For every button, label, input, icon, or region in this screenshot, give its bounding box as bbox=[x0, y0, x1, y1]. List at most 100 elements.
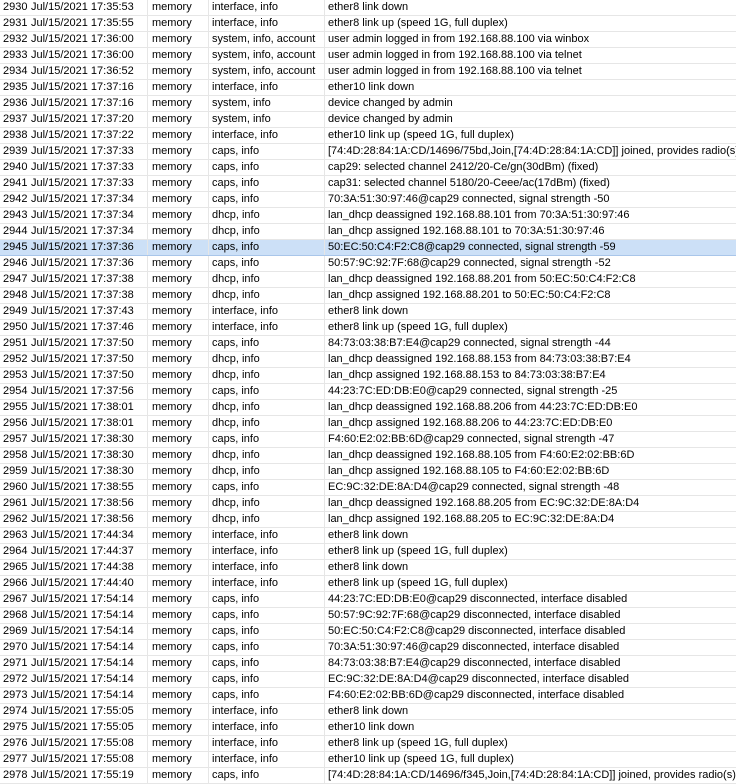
log-row[interactable]: 2969 Jul/15/2021 17:54:14 memory caps, info… bbox=[0, 624, 736, 640]
log-id-time-cell: 2967 Jul/15/2021 17:54:14 bbox=[0, 592, 148, 607]
log-time: Jul/15/2021 17:37:56 bbox=[31, 385, 134, 397]
log-row[interactable]: 2957 Jul/15/2021 17:38:30 memory caps, info… bbox=[0, 432, 736, 448]
log-topics: dhcp, info bbox=[209, 496, 325, 511]
log-row[interactable]: 2958 Jul/15/2021 17:38:30 memory dhcp, info… bbox=[0, 448, 736, 464]
log-row[interactable]: 2975 Jul/15/2021 17:55:05 memory interface,… bbox=[0, 720, 736, 736]
log-row[interactable]: 2973 Jul/15/2021 17:54:14 memory caps, info… bbox=[0, 688, 736, 704]
log-row[interactable]: 2930 Jul/15/2021 17:35:53 memory interface,… bbox=[0, 0, 736, 16]
log-message: lan_dhcp deassigned 192.168.88.153 from … bbox=[328, 353, 631, 365]
log-topics: caps, info bbox=[209, 656, 325, 671]
log-row[interactable]: 2954 Jul/15/2021 17:37:56 memory caps, info… bbox=[0, 384, 736, 400]
log-row[interactable]: 2951 Jul/15/2021 17:37:50 memory caps, info… bbox=[0, 336, 736, 352]
log-topics: interface, info bbox=[209, 80, 325, 95]
log-row[interactable]: 2935 Jul/15/2021 17:37:16 memory interface,… bbox=[0, 80, 736, 96]
log-row[interactable]: 2976 Jul/15/2021 17:55:08 memory interface,… bbox=[0, 736, 736, 752]
log-row[interactable]: 2952 Jul/15/2021 17:37:50 memory dhcp, info… bbox=[0, 352, 736, 368]
log-time: Jul/15/2021 17:35:55 bbox=[31, 17, 134, 29]
log-row[interactable]: 2953 Jul/15/2021 17:37:50 memory dhcp, info… bbox=[0, 368, 736, 384]
log-time: Jul/15/2021 17:38:56 bbox=[31, 497, 134, 509]
log-message: ether8 link up (speed 1G, full duplex) bbox=[328, 545, 508, 557]
log-time: Jul/15/2021 17:37:34 bbox=[31, 193, 134, 205]
log-row[interactable]: 2940 Jul/15/2021 17:37:33 memory caps, info… bbox=[0, 160, 736, 176]
log-row[interactable]: 2948 Jul/15/2021 17:37:38 memory dhcp, info… bbox=[0, 288, 736, 304]
log-buffer: memory bbox=[149, 560, 209, 575]
log-row[interactable]: 2978 Jul/15/2021 17:55:19 memory caps, info… bbox=[0, 768, 736, 784]
log-topics: caps, info bbox=[209, 592, 325, 607]
log-id-time-cell: 2943 Jul/15/2021 17:37:34 bbox=[0, 208, 148, 223]
log-row[interactable]: 2946 Jul/15/2021 17:37:36 memory caps, info… bbox=[0, 256, 736, 272]
log-number: 2959 bbox=[3, 465, 28, 477]
log-row[interactable]: 2934 Jul/15/2021 17:36:52 memory system, in… bbox=[0, 64, 736, 80]
log-row[interactable]: 2937 Jul/15/2021 17:37:20 memory system, in… bbox=[0, 112, 736, 128]
log-message: 44:23:7C:ED:DB:E0@cap29 connected, signa… bbox=[328, 385, 618, 397]
log-time: Jul/15/2021 17:37:46 bbox=[31, 321, 134, 333]
log-message: ether10 link down bbox=[328, 81, 415, 93]
log-row[interactable]: 2961 Jul/15/2021 17:38:56 memory dhcp, info… bbox=[0, 496, 736, 512]
log-buffer: memory bbox=[149, 544, 209, 559]
log-row[interactable]: 2944 Jul/15/2021 17:37:34 memory dhcp, info… bbox=[0, 224, 736, 240]
log-row[interactable]: 2947 Jul/15/2021 17:37:38 memory dhcp, info… bbox=[0, 272, 736, 288]
log-topics: system, info, account bbox=[209, 32, 325, 47]
log-buffer: memory bbox=[149, 128, 209, 143]
log-message: ether8 link up (speed 1G, full duplex) bbox=[328, 577, 508, 589]
log-buffer: memory bbox=[149, 144, 209, 159]
log-id-time-cell: 2958 Jul/15/2021 17:38:30 bbox=[0, 448, 148, 463]
log-row[interactable]: 2949 Jul/15/2021 17:37:43 memory interface,… bbox=[0, 304, 736, 320]
log-row[interactable]: 2936 Jul/15/2021 17:37:16 memory system, in… bbox=[0, 96, 736, 112]
log-topics: interface, info bbox=[209, 0, 325, 15]
log-row[interactable]: 2977 Jul/15/2021 17:55:08 memory interface,… bbox=[0, 752, 736, 768]
log-row[interactable]: 2966 Jul/15/2021 17:44:40 memory interface,… bbox=[0, 576, 736, 592]
log-row[interactable]: 2965 Jul/15/2021 17:44:38 memory interface,… bbox=[0, 560, 736, 576]
log-buffer: memory bbox=[149, 320, 209, 335]
log-buffer: memory bbox=[149, 768, 209, 783]
log-topics: dhcp, info bbox=[209, 224, 325, 239]
log-row[interactable]: 2932 Jul/15/2021 17:36:00 memory system, in… bbox=[0, 32, 736, 48]
log-row[interactable]: 2950 Jul/15/2021 17:37:46 memory interface,… bbox=[0, 320, 736, 336]
log-number: 2941 bbox=[3, 177, 28, 189]
log-row[interactable]: 2931 Jul/15/2021 17:35:55 memory interface,… bbox=[0, 16, 736, 32]
log-row[interactable]: 2968 Jul/15/2021 17:54:14 memory caps, info… bbox=[0, 608, 736, 624]
log-row[interactable]: 2963 Jul/15/2021 17:44:34 memory interface,… bbox=[0, 528, 736, 544]
log-message: cap29: selected channel 2412/20-Ce/gn(30… bbox=[328, 161, 599, 173]
log-row[interactable]: 2972 Jul/15/2021 17:54:14 memory caps, info… bbox=[0, 672, 736, 688]
log-row[interactable]: 2943 Jul/15/2021 17:37:34 memory dhcp, info… bbox=[0, 208, 736, 224]
log-message: user admin logged in from 192.168.88.100… bbox=[328, 49, 582, 61]
log-row[interactable]: 2956 Jul/15/2021 17:38:01 memory dhcp, info… bbox=[0, 416, 736, 432]
log-row[interactable]: 2964 Jul/15/2021 17:44:37 memory interface,… bbox=[0, 544, 736, 560]
log-number: 2965 bbox=[3, 561, 28, 573]
log-row[interactable]: 2959 Jul/15/2021 17:38:30 memory dhcp, info… bbox=[0, 464, 736, 480]
log-row[interactable]: 2938 Jul/15/2021 17:37:22 memory interface,… bbox=[0, 128, 736, 144]
log-row[interactable]: 2945 Jul/15/2021 17:37:36 memory caps, info… bbox=[0, 240, 736, 256]
log-message: lan_dhcp assigned 192.168.88.201 to 50:E… bbox=[328, 289, 611, 301]
log-row[interactable]: 2955 Jul/15/2021 17:38:01 memory dhcp, info… bbox=[0, 400, 736, 416]
log-row[interactable]: 2967 Jul/15/2021 17:54:14 memory caps, info… bbox=[0, 592, 736, 608]
log-topics: interface, info bbox=[209, 304, 325, 319]
log-topics: dhcp, info bbox=[209, 512, 325, 527]
log-buffer: memory bbox=[149, 48, 209, 63]
log-message: 50:57:9C:92:7F:68@cap29 connected, signa… bbox=[328, 257, 611, 269]
log-number: 2947 bbox=[3, 273, 28, 285]
log-row[interactable]: 2933 Jul/15/2021 17:36:00 memory system, in… bbox=[0, 48, 736, 64]
log-message: F4:60:E2:02:BB:6D@cap29 disconnected, in… bbox=[328, 689, 625, 701]
log-time: Jul/15/2021 17:54:14 bbox=[31, 673, 134, 685]
log-row[interactable]: 2971 Jul/15/2021 17:54:14 memory caps, info… bbox=[0, 656, 736, 672]
log-row[interactable]: 2974 Jul/15/2021 17:55:05 memory interface,… bbox=[0, 704, 736, 720]
log-time: Jul/15/2021 17:37:34 bbox=[31, 209, 134, 221]
log-row[interactable]: 2960 Jul/15/2021 17:38:55 memory caps, info… bbox=[0, 480, 736, 496]
log-id-time-cell: 2947 Jul/15/2021 17:37:38 bbox=[0, 272, 148, 287]
log-id-time-cell: 2954 Jul/15/2021 17:37:56 bbox=[0, 384, 148, 399]
log-message: lan_dhcp assigned 192.168.88.206 to 44:2… bbox=[328, 417, 613, 429]
log-time: Jul/15/2021 17:38:01 bbox=[31, 417, 134, 429]
log-row[interactable]: 2962 Jul/15/2021 17:38:56 memory dhcp, info… bbox=[0, 512, 736, 528]
log-buffer: memory bbox=[149, 288, 209, 303]
log-id-time-cell: 2968 Jul/15/2021 17:54:14 bbox=[0, 608, 148, 623]
log-buffer: memory bbox=[149, 304, 209, 319]
log-time: Jul/15/2021 17:37:43 bbox=[31, 305, 134, 317]
log-time: Jul/15/2021 17:44:40 bbox=[31, 577, 134, 589]
log-row[interactable]: 2970 Jul/15/2021 17:54:14 memory caps, info… bbox=[0, 640, 736, 656]
log-row[interactable]: 2942 Jul/15/2021 17:37:34 memory caps, info… bbox=[0, 192, 736, 208]
log-time: Jul/15/2021 17:35:53 bbox=[31, 1, 134, 13]
log-number: 2930 bbox=[3, 1, 28, 13]
log-row[interactable]: 2941 Jul/15/2021 17:37:33 memory caps, info… bbox=[0, 176, 736, 192]
log-row[interactable]: 2939 Jul/15/2021 17:37:33 memory caps, info… bbox=[0, 144, 736, 160]
